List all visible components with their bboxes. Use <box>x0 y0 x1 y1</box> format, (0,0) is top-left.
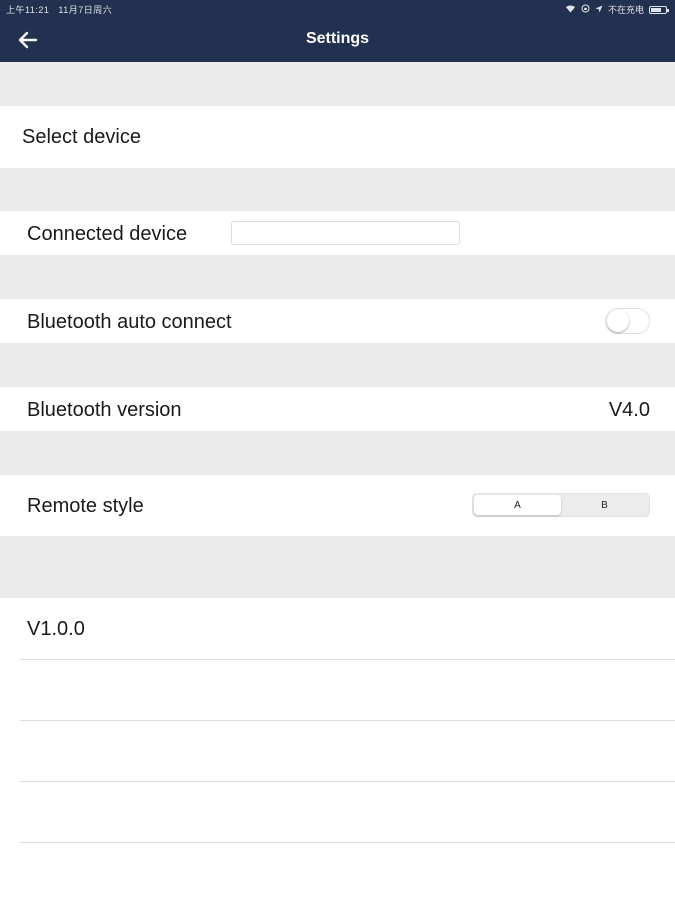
status-bar: 上午11:21 11月7日周六 不在充电 <box>0 0 675 18</box>
divider <box>20 842 675 843</box>
bluetooth-auto-connect-row: Bluetooth auto connect <box>0 299 675 343</box>
connected-device-row: Connected device <box>0 211 675 255</box>
status-date: 11月7日周六 <box>58 5 113 15</box>
section-spacer <box>0 168 675 211</box>
select-device-label: Select device <box>22 126 141 148</box>
app-version-label: V1.0.0 <box>27 618 85 640</box>
bluetooth-version-row: Bluetooth version V4.0 <box>0 387 675 431</box>
section-spacer <box>0 343 675 387</box>
bluetooth-version-value: V4.0 <box>608 399 650 421</box>
wifi-icon <box>565 4 576 15</box>
remote-style-segmented-control: A B <box>472 493 650 517</box>
divider <box>20 781 675 782</box>
toggle-knob <box>607 310 629 332</box>
battery-icon <box>649 5 669 14</box>
connected-device-label: Connected device <box>27 223 188 245</box>
section-spacer <box>0 255 675 299</box>
divider <box>20 659 675 660</box>
charging-status: 不在充电 <box>607 5 644 15</box>
rotation-lock-icon <box>581 4 590 15</box>
version-section: V1.0.0 <box>0 598 675 900</box>
section-spacer <box>0 62 675 106</box>
status-icons: 不在充电 <box>565 3 669 16</box>
section-spacer <box>0 536 675 598</box>
bluetooth-auto-connect-toggle[interactable] <box>605 308 650 334</box>
remote-style-label: Remote style <box>27 495 144 517</box>
bluetooth-auto-connect-label: Bluetooth auto connect <box>27 311 232 333</box>
status-time: 上午11:21 <box>6 5 50 15</box>
remote-style-row: Remote style A B <box>0 475 675 536</box>
connected-device-field <box>231 221 460 245</box>
select-device-row[interactable]: Select device <box>0 106 675 168</box>
bluetooth-version-label: Bluetooth version <box>27 399 182 421</box>
remote-style-option-a[interactable]: A <box>474 495 561 515</box>
location-arrow-icon <box>595 5 603 15</box>
navigation-bar: 上午11:21 11月7日周六 不在充电 Settings <box>0 0 675 62</box>
status-time-date: 上午11:21 11月7日周六 <box>6 3 112 16</box>
remote-style-option-b[interactable]: B <box>561 495 648 515</box>
page-title: Settings <box>305 30 370 47</box>
section-spacer <box>0 431 675 475</box>
divider <box>20 720 675 721</box>
